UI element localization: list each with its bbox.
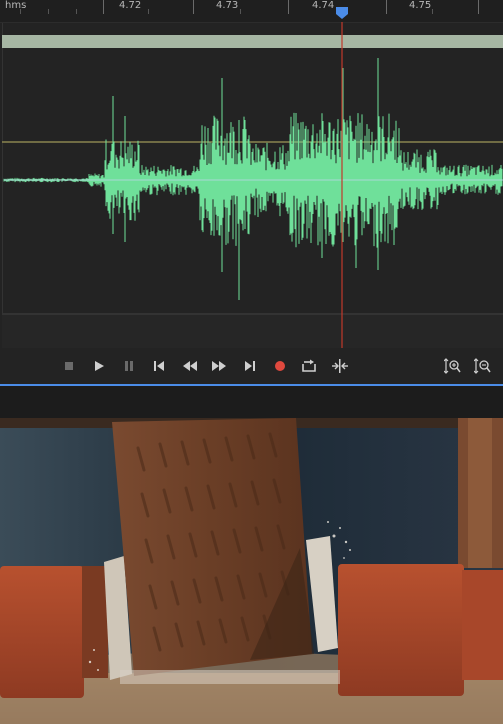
ruler-tick [386, 0, 387, 14]
loop-button[interactable] [298, 356, 320, 376]
stop-icon [65, 362, 73, 370]
ruler-minor-tick [76, 9, 77, 14]
ruler-minor-tick [148, 9, 149, 14]
time-ruler[interactable]: hms 4.72 4.73 4.74 4.75 [0, 0, 503, 23]
zoom-in-icon [444, 358, 461, 374]
fast-forward-button[interactable] [208, 356, 230, 376]
audio-editor: hms 4.72 4.73 4.74 4.75 [0, 0, 503, 388]
skip-to-start-button[interactable] [148, 356, 170, 376]
ruler-minor-tick [432, 9, 433, 14]
ruler-tick [478, 0, 479, 14]
ruler-unit-label: hms [5, 0, 27, 11]
ruler-minor-tick [240, 9, 241, 14]
panel-gap [0, 386, 503, 418]
waveform [3, 58, 503, 300]
waveform-display[interactable] [0, 22, 503, 348]
loop-icon [302, 359, 316, 372]
video-frame-image [0, 418, 503, 724]
video-preview [0, 418, 503, 724]
fast-forward-icon [212, 361, 226, 371]
skip-back-icon [154, 361, 164, 371]
record-icon [275, 361, 285, 371]
play-icon [95, 361, 104, 371]
skip-to-end-button[interactable] [239, 356, 261, 376]
playhead-marker-icon[interactable] [335, 6, 349, 20]
pause-button[interactable] [118, 356, 140, 376]
ruler-tick [288, 0, 289, 14]
record-button[interactable] [269, 356, 291, 376]
skip-selection-button[interactable] [329, 356, 351, 376]
ruler-tick-label: 4.75 [409, 0, 432, 11]
transport-bar [0, 348, 503, 384]
rewind-button[interactable] [179, 356, 201, 376]
stop-button[interactable] [58, 356, 80, 376]
ruler-minor-tick [20, 9, 21, 14]
pause-icon [125, 361, 133, 371]
ruler-tick [103, 0, 104, 14]
waveform-trace [3, 58, 503, 300]
skip-selection-icon [332, 359, 348, 373]
ruler-minor-tick [48, 9, 49, 14]
ruler-tick-label: 4.74 [312, 0, 335, 11]
ruler-tick-label: 4.73 [216, 0, 239, 11]
ruler-tick-label: 4.72 [119, 0, 142, 11]
zoom-out-icon [474, 358, 491, 374]
zoom-in-amplitude-button[interactable] [442, 356, 464, 376]
rewind-icon [183, 361, 197, 371]
ruler-tick [193, 0, 194, 14]
play-button[interactable] [88, 356, 110, 376]
zoom-out-amplitude-button[interactable] [472, 356, 494, 376]
skip-forward-icon [245, 361, 255, 371]
